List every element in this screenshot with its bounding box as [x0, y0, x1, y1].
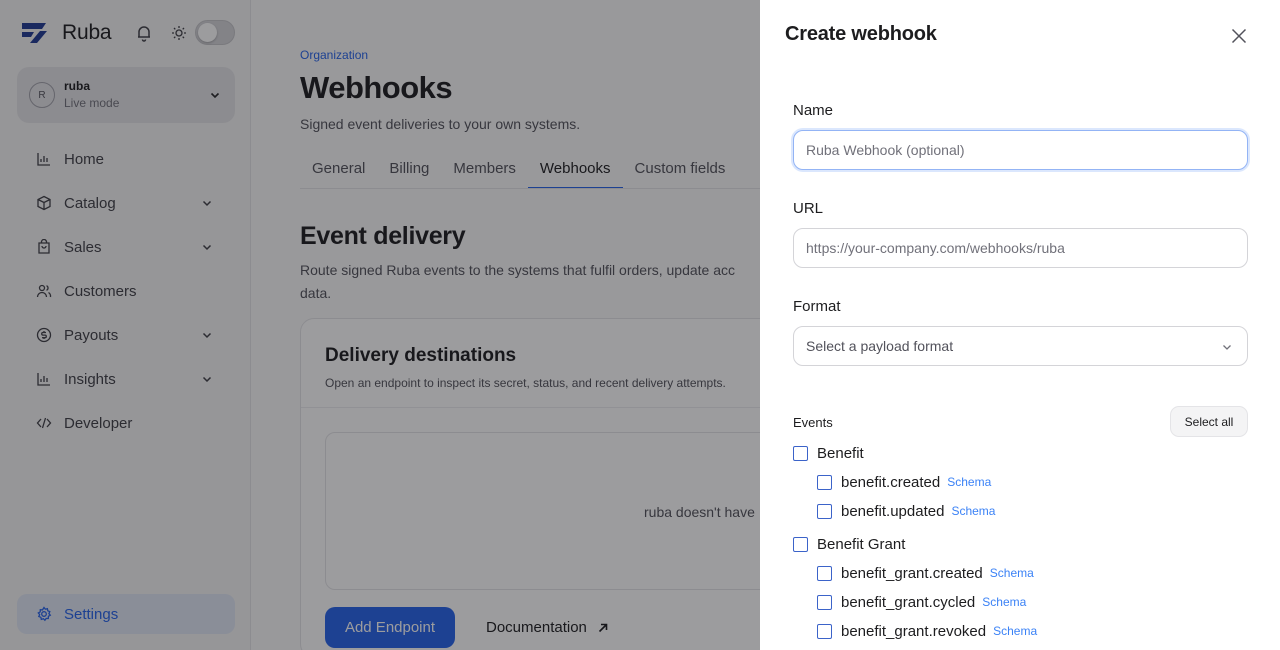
schema-link[interactable]: Schema — [993, 624, 1037, 638]
event-benefit-grant-created[interactable]: benefit_grant.created Schema — [817, 563, 1034, 583]
checkbox[interactable] — [817, 474, 832, 490]
event-label: benefit.updated — [841, 502, 945, 520]
events-label: Events — [793, 415, 833, 430]
schema-link[interactable]: Schema — [982, 595, 1026, 609]
event-group-benefit-grant[interactable]: Benefit Grant — [793, 534, 905, 554]
schema-link[interactable]: Schema — [947, 475, 991, 489]
checkbox[interactable] — [817, 623, 832, 639]
schema-link[interactable]: Schema — [990, 566, 1034, 580]
create-webhook-drawer: Create webhook Name URL Format Select a … — [760, 0, 1280, 650]
select-all-button[interactable]: Select all — [1170, 406, 1248, 437]
format-select[interactable]: Select a payload format — [793, 326, 1248, 366]
event-label: benefit.created — [841, 473, 941, 491]
checkbox[interactable] — [817, 503, 832, 519]
close-icon[interactable] — [1231, 28, 1247, 44]
checkbox[interactable] — [793, 536, 808, 552]
url-input[interactable] — [793, 228, 1248, 268]
event-group-label: Benefit — [817, 444, 864, 462]
name-label: Name — [793, 102, 834, 119]
name-input[interactable] — [793, 130, 1248, 170]
format-select-value: Select a payload format — [806, 338, 954, 354]
chevron-down-icon — [1223, 345, 1231, 350]
url-label: URL — [793, 200, 824, 217]
event-label: benefit_grant.cycled — [841, 593, 976, 611]
event-group-label: Benefit Grant — [817, 535, 906, 553]
event-benefit-updated[interactable]: benefit.updated Schema — [817, 501, 995, 521]
event-label: benefit_grant.revoked — [841, 622, 987, 640]
event-benefit-grant-cycled[interactable]: benefit_grant.cycled Schema — [817, 592, 1026, 612]
modal-backdrop[interactable] — [0, 0, 760, 650]
schema-link[interactable]: Schema — [951, 504, 995, 518]
event-group-benefit[interactable]: Benefit — [793, 443, 864, 463]
drawer-title: Create webhook — [785, 23, 937, 45]
checkbox[interactable] — [817, 594, 832, 610]
format-label: Format — [793, 298, 841, 315]
event-benefit-created[interactable]: benefit.created Schema — [817, 472, 991, 492]
checkbox[interactable] — [793, 445, 808, 461]
event-benefit-grant-revoked[interactable]: benefit_grant.revoked Schema — [817, 621, 1037, 641]
event-label: benefit_grant.created — [841, 564, 983, 582]
checkbox[interactable] — [817, 565, 832, 581]
